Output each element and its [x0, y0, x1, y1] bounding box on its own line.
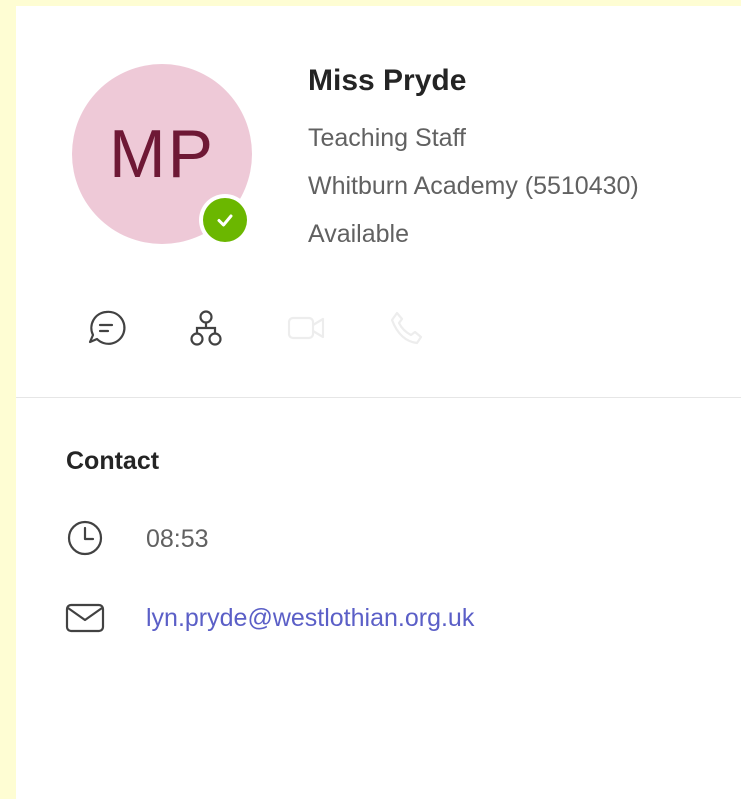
profile-card: MP Miss Pryde Teaching Staff Whitburn Ac…	[16, 6, 741, 799]
chat-button[interactable]	[84, 306, 128, 350]
profile-name: Miss Pryde	[308, 64, 467, 97]
avatar-initials: MP	[109, 116, 215, 192]
audio-call-button[interactable]	[384, 306, 428, 350]
mail-icon	[64, 597, 106, 639]
chat-icon	[88, 310, 126, 345]
presence-badge	[199, 194, 251, 246]
phone-icon	[390, 311, 423, 345]
email-link[interactable]: lyn.pryde@westlothian.org.uk	[146, 604, 474, 633]
available-check-icon	[203, 198, 247, 242]
video-icon	[287, 316, 325, 340]
profile-organization: Whitburn Academy (5510430)	[308, 172, 639, 200]
org-chart-icon	[190, 310, 222, 346]
contact-section-title: Contact	[66, 447, 160, 475]
local-time: 08:53	[146, 525, 209, 553]
clock-icon	[64, 517, 106, 559]
video-call-button[interactable]	[284, 306, 328, 350]
divider	[16, 397, 741, 398]
profile-role: Teaching Staff	[308, 124, 466, 152]
presence-status: Available	[308, 220, 410, 248]
org-chart-button[interactable]	[184, 306, 228, 350]
